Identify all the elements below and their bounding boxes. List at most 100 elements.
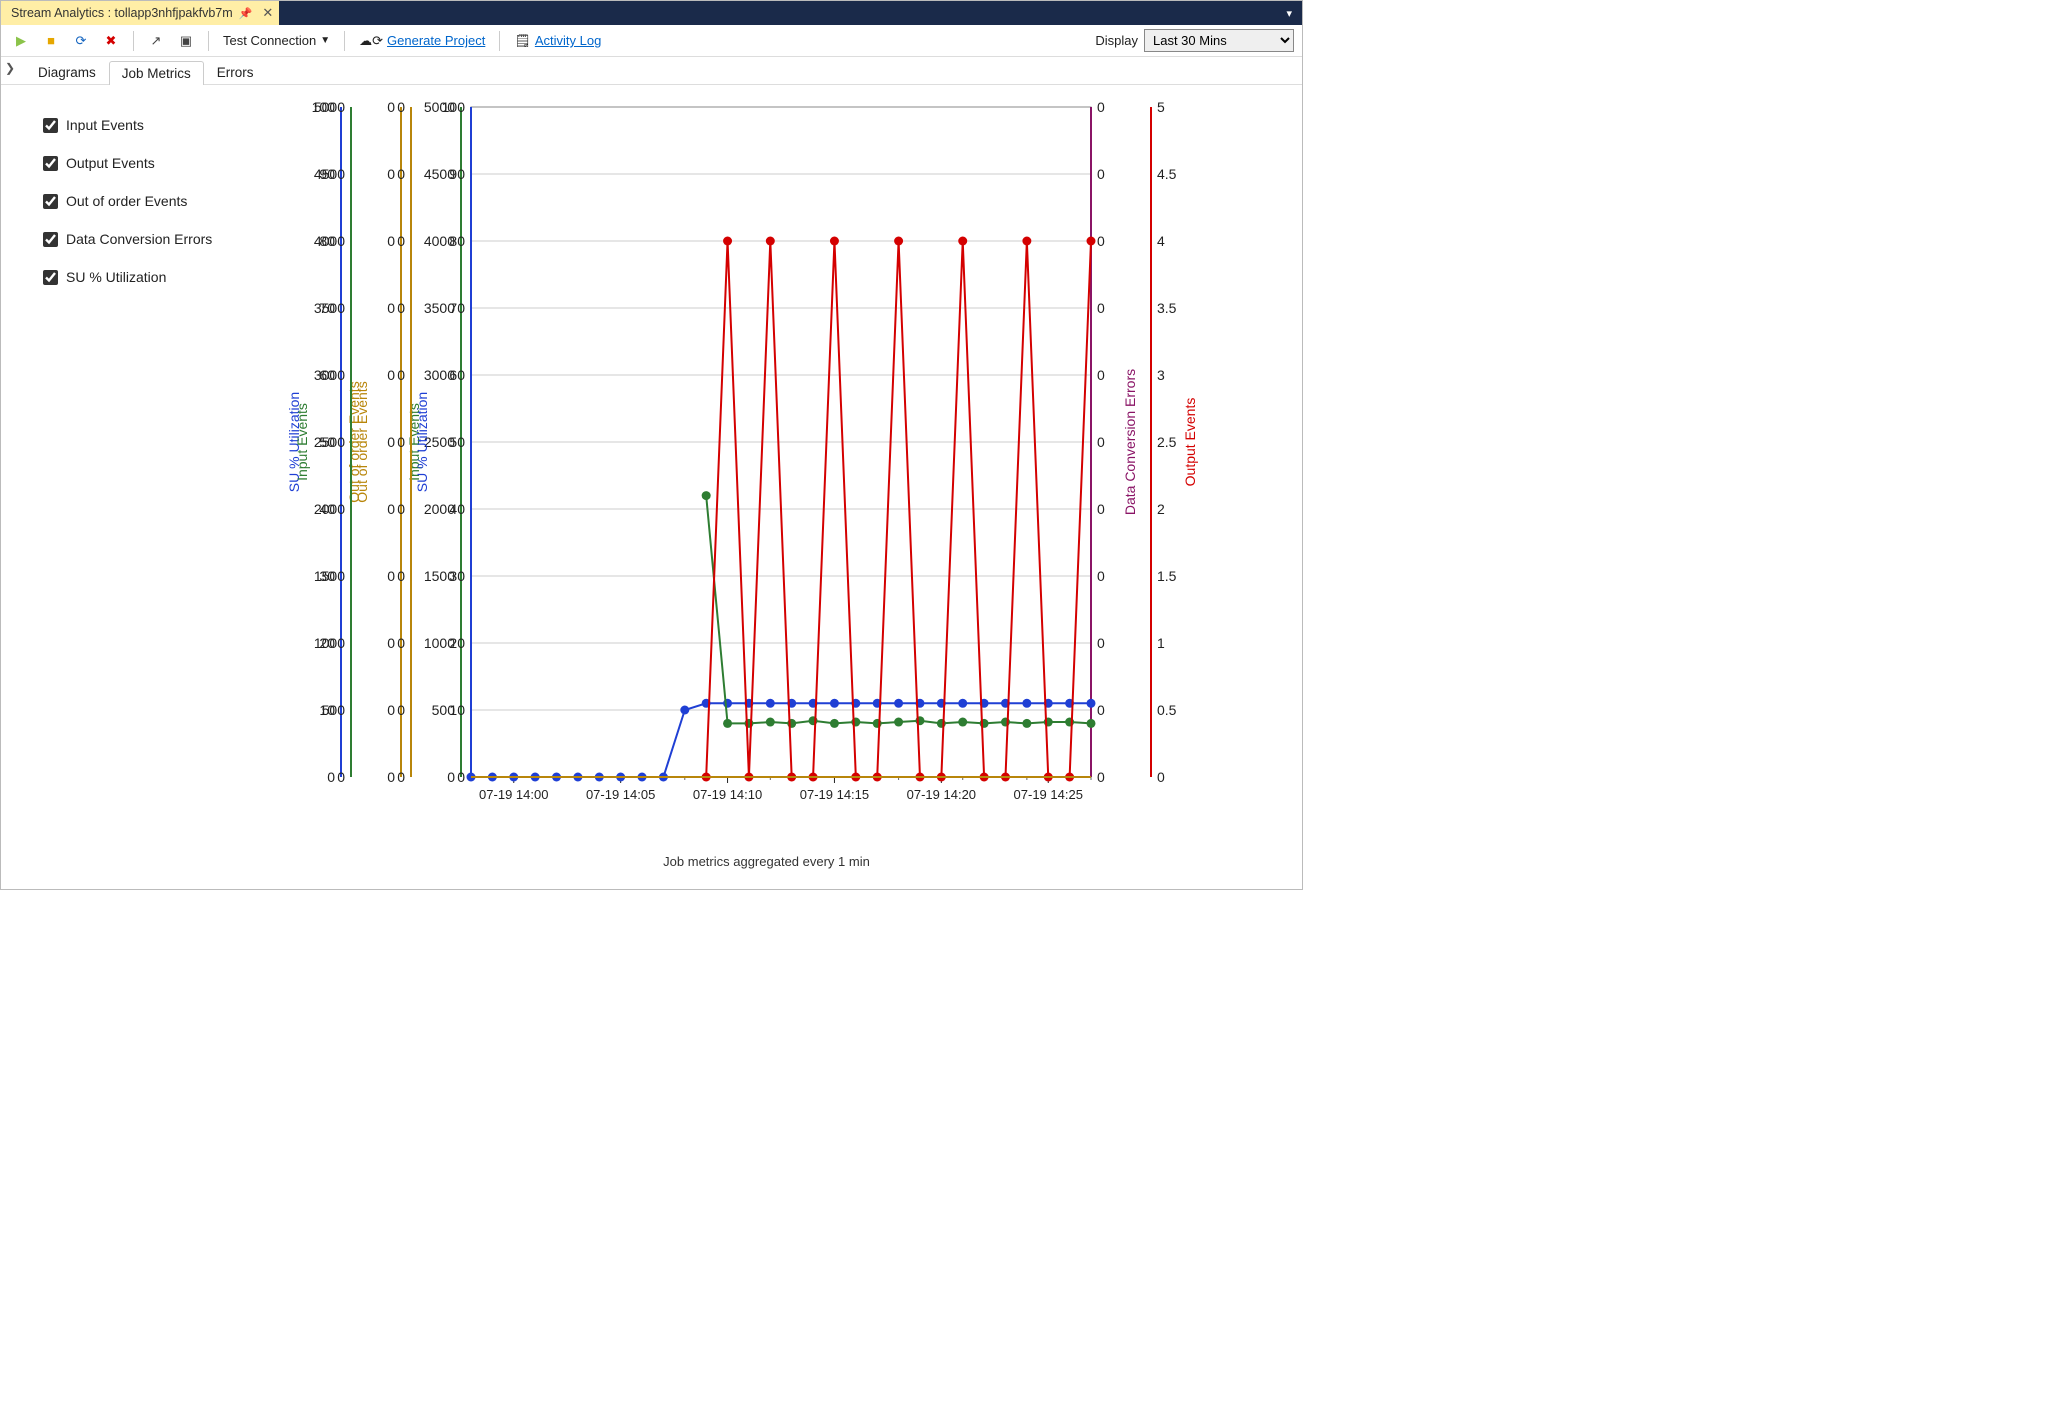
svg-text:4500: 4500 xyxy=(314,166,345,182)
svg-text:0: 0 xyxy=(1097,635,1105,651)
svg-text:2: 2 xyxy=(1157,501,1165,517)
svg-text:10: 10 xyxy=(449,702,465,718)
svg-text:0: 0 xyxy=(1097,702,1105,718)
svg-text:40: 40 xyxy=(449,501,465,517)
generate-project-button[interactable]: ☁⟳ Generate Project xyxy=(355,33,489,49)
svg-text:30: 30 xyxy=(449,568,465,584)
pin-icon[interactable]: 📌 xyxy=(239,7,253,20)
svg-text:4: 4 xyxy=(1157,233,1165,249)
svg-text:0: 0 xyxy=(1097,501,1105,517)
legend-item-output-events[interactable]: Output Events xyxy=(43,155,241,171)
svg-text:70: 70 xyxy=(449,300,465,316)
svg-text:3000: 3000 xyxy=(314,367,345,383)
svg-text:0: 0 xyxy=(1097,99,1105,115)
svg-text:07-19 14:25: 07-19 14:25 xyxy=(1014,787,1083,802)
window: Stream Analytics : tollapp3nhfjpakfvb7m … xyxy=(0,0,1303,890)
activity-log-button[interactable]: 🗒 Activity Log xyxy=(510,33,605,49)
chart-caption: Job metrics aggregated every 1 min xyxy=(241,840,1292,869)
tab-row: ❯ Diagrams Job Metrics Errors xyxy=(1,57,1302,85)
svg-text:3500: 3500 xyxy=(314,300,345,316)
svg-text:0: 0 xyxy=(397,233,405,249)
svg-text:Input Events: Input Events xyxy=(294,403,310,481)
tab-errors[interactable]: Errors xyxy=(204,60,267,84)
svg-text:0: 0 xyxy=(1097,300,1105,316)
svg-text:2500: 2500 xyxy=(314,434,345,450)
svg-text:20: 20 xyxy=(449,635,465,651)
chart-svg: 07-19 14:00 07-19 14:05 07-19 14:10 07-19 1… xyxy=(241,97,1261,837)
play-icon[interactable]: ▶ xyxy=(9,29,33,53)
svg-text:0: 0 xyxy=(387,300,395,316)
svg-text:2000: 2000 xyxy=(314,501,345,517)
svg-text:0: 0 xyxy=(1097,166,1105,182)
svg-text:1000: 1000 xyxy=(314,635,345,651)
delete-icon[interactable]: ✖ xyxy=(99,29,123,53)
checkbox-output-events[interactable] xyxy=(43,156,58,171)
layout-icon[interactable]: ▣ xyxy=(174,29,198,53)
svg-text:Out of order Events: Out of order Events xyxy=(354,381,370,502)
checkbox-input-events[interactable] xyxy=(43,118,58,133)
svg-text:5000: 5000 xyxy=(314,99,345,115)
svg-text:0: 0 xyxy=(1097,367,1105,383)
svg-text:1: 1 xyxy=(1157,635,1165,651)
svg-text:0: 0 xyxy=(1097,434,1105,450)
expand-icon[interactable]: ❯ xyxy=(5,61,15,75)
svg-text:0: 0 xyxy=(397,434,405,450)
svg-text:1.5: 1.5 xyxy=(1157,568,1177,584)
tab-job-metrics[interactable]: Job Metrics xyxy=(109,61,204,85)
legend-item-input-events[interactable]: Input Events xyxy=(43,117,241,133)
svg-text:0: 0 xyxy=(387,99,395,115)
activity-log-link[interactable]: Activity Log xyxy=(535,33,601,48)
svg-text:0: 0 xyxy=(387,568,395,584)
svg-text:0: 0 xyxy=(447,769,455,785)
svg-text:0: 0 xyxy=(387,769,395,785)
svg-text:0: 0 xyxy=(387,166,395,182)
svg-text:0: 0 xyxy=(1097,568,1105,584)
svg-text:07-19 14:00: 07-19 14:00 xyxy=(479,787,548,802)
refresh-icon[interactable]: ⟳ xyxy=(69,29,93,53)
svg-text:0: 0 xyxy=(1097,769,1105,785)
svg-text:90: 90 xyxy=(449,166,465,182)
toolbar: ▶ ■ ⟳ ✖ ↗ ▣ Test Connection ▼ ☁⟳ Generat… xyxy=(1,25,1302,57)
window-menu-icon[interactable]: ▾ xyxy=(1276,1,1302,25)
chart: 07-19 14:00 07-19 14:05 07-19 14:10 07-19 1… xyxy=(241,97,1292,869)
tab-diagrams[interactable]: Diagrams xyxy=(25,60,109,84)
svg-text:4000: 4000 xyxy=(314,233,345,249)
legend-item-out-of-order[interactable]: Out of order Events xyxy=(43,193,241,209)
svg-text:0: 0 xyxy=(387,367,395,383)
svg-text:0: 0 xyxy=(337,769,345,785)
svg-text:07-19 14:20: 07-19 14:20 xyxy=(907,787,976,802)
legend-item-data-conv[interactable]: Data Conversion Errors xyxy=(43,231,241,247)
open-external-icon[interactable]: ↗ xyxy=(144,29,168,53)
svg-text:0: 0 xyxy=(397,769,405,785)
checkbox-su-util[interactable] xyxy=(43,270,58,285)
test-connection-dropdown[interactable]: Test Connection ▼ xyxy=(219,33,334,48)
svg-text:500: 500 xyxy=(322,702,346,718)
svg-text:100: 100 xyxy=(442,99,466,115)
ide-tab-title: Stream Analytics : tollapp3nhfjpakfvb7m xyxy=(11,6,233,20)
svg-text:0.5: 0.5 xyxy=(1157,702,1177,718)
svg-text:0: 0 xyxy=(397,99,405,115)
titlebar: Stream Analytics : tollapp3nhfjpakfvb7m … xyxy=(1,1,1302,25)
svg-text:07-19 14:10: 07-19 14:10 xyxy=(693,787,762,802)
display-select[interactable]: Last 30 Mins xyxy=(1144,29,1294,52)
svg-text:0: 0 xyxy=(397,166,405,182)
svg-text:0: 0 xyxy=(397,501,405,517)
svg-text:Output Events: Output Events xyxy=(1182,398,1198,487)
chevron-down-icon: ▼ xyxy=(320,35,330,46)
stop-icon[interactable]: ■ xyxy=(39,29,63,53)
svg-text:5: 5 xyxy=(1157,99,1165,115)
checkbox-out-of-order[interactable] xyxy=(43,194,58,209)
svg-text:0: 0 xyxy=(387,501,395,517)
svg-text:0: 0 xyxy=(327,769,335,785)
close-icon[interactable]: ✕ xyxy=(258,5,273,21)
svg-text:07-19 14:05: 07-19 14:05 xyxy=(586,787,655,802)
svg-text:Data Conversion Errors: Data Conversion Errors xyxy=(1122,369,1138,515)
svg-text:60: 60 xyxy=(449,367,465,383)
ide-tab[interactable]: Stream Analytics : tollapp3nhfjpakfvb7m … xyxy=(1,1,280,25)
svg-text:3: 3 xyxy=(1157,367,1165,383)
generate-project-link[interactable]: Generate Project xyxy=(387,33,485,48)
display-label: Display xyxy=(1095,33,1138,48)
checkbox-data-conv[interactable] xyxy=(43,232,58,247)
legend-item-su-util[interactable]: SU % Utilization xyxy=(43,269,241,285)
svg-text:0: 0 xyxy=(387,233,395,249)
